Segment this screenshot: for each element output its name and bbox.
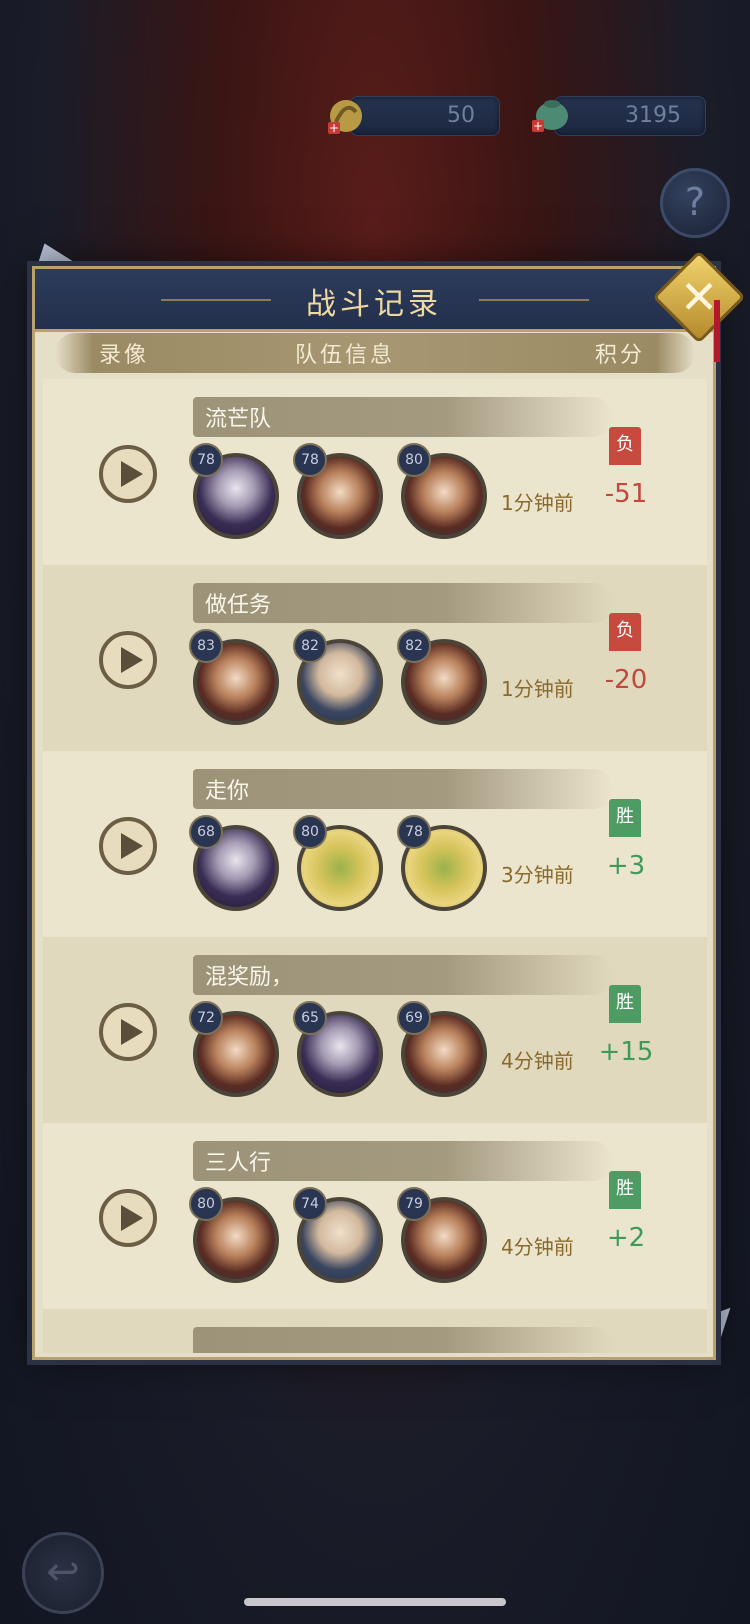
- score-change: +2: [606, 1223, 646, 1253]
- column-header-bar: 录像 队伍信息 积分: [55, 333, 695, 373]
- replay-button[interactable]: [99, 817, 157, 875]
- hero-level-badge: 79: [397, 1187, 431, 1221]
- replay-button[interactable]: [99, 631, 157, 689]
- play-icon: [121, 1019, 143, 1045]
- record-time: 1分钟前: [501, 677, 574, 701]
- panel-header: 战斗记录: [35, 269, 713, 332]
- hero-level-badge: 80: [397, 443, 431, 477]
- back-button[interactable]: ↩: [22, 1532, 104, 1614]
- replay-button[interactable]: [99, 1189, 157, 1247]
- team-name: 流芒队: [205, 407, 272, 432]
- record-row: 走你 68 80 78 3分钟前 胜 +3: [43, 751, 707, 937]
- column-score: 积分: [595, 343, 646, 368]
- svg-text:+: +: [533, 119, 543, 133]
- title-divider: [479, 299, 589, 301]
- team-name: 做任务: [205, 593, 272, 618]
- score-change: +15: [598, 1037, 654, 1067]
- team-name: 走你: [205, 779, 250, 804]
- record-row: [43, 1309, 707, 1353]
- record-row: 三人行 80 74 79 4分钟前 胜 +2: [43, 1123, 707, 1309]
- play-icon: [121, 833, 143, 859]
- result-badge: 胜: [609, 985, 641, 1023]
- hero-level-badge: 69: [397, 1001, 431, 1035]
- result-badge: 负: [609, 613, 641, 651]
- result-badge: 负: [609, 427, 641, 465]
- hero-level-badge: 72: [189, 1001, 223, 1035]
- hero-level-badge: 78: [293, 443, 327, 477]
- record-time: 1分钟前: [501, 491, 574, 515]
- record-time: 4分钟前: [501, 1049, 574, 1073]
- home-indicator: [244, 1598, 506, 1606]
- result-badge: 胜: [609, 1171, 641, 1209]
- hero-level-badge: 80: [189, 1187, 223, 1221]
- record-time: 3分钟前: [501, 863, 574, 887]
- jade-bag-icon[interactable]: +: [528, 92, 572, 136]
- hero-level-badge: 80: [293, 815, 327, 849]
- team-name: 混奖励，: [205, 965, 294, 990]
- column-replay: 录像: [99, 343, 150, 368]
- score-change: -51: [604, 479, 648, 509]
- dragon-coin-icon[interactable]: +: [324, 94, 368, 138]
- hero-level-badge: 78: [397, 815, 431, 849]
- help-button[interactable]: ?: [660, 168, 730, 238]
- column-team-info: 队伍信息: [295, 343, 396, 368]
- play-icon: [121, 1205, 143, 1231]
- panel-title: 战斗记录: [306, 287, 442, 322]
- currency-value: 50: [447, 103, 475, 128]
- hero-level-badge: 78: [189, 443, 223, 477]
- team-banner: [193, 1327, 613, 1353]
- record-time: 4分钟前: [501, 1235, 574, 1259]
- play-icon: [121, 647, 143, 673]
- hero-level-badge: 65: [293, 1001, 327, 1035]
- record-list[interactable]: 流芒队 78 78 80 1分钟前 负 -51 做任务 83 82 82 1分钟…: [43, 379, 707, 1353]
- tassel-decoration: [714, 300, 720, 362]
- play-icon: [121, 461, 143, 487]
- record-row: 混奖励， 72 65 69 4分钟前 胜 +15: [43, 937, 707, 1123]
- hero-level-badge: 82: [293, 629, 327, 663]
- team-banner: [193, 769, 613, 809]
- result-badge: 胜: [609, 799, 641, 837]
- replay-button[interactable]: [99, 445, 157, 503]
- replay-button[interactable]: [99, 1003, 157, 1061]
- svg-text:+: +: [329, 121, 339, 135]
- score-change: -20: [604, 665, 648, 695]
- record-row: 做任务 83 82 82 1分钟前 负 -20: [43, 565, 707, 751]
- currency-value: 3195: [625, 103, 681, 128]
- record-row: 流芒队 78 78 80 1分钟前 负 -51: [43, 379, 707, 565]
- currency-pill-jade: 3195: [554, 96, 706, 136]
- currency-pill-dragon: 50: [350, 96, 500, 136]
- score-change: +3: [606, 851, 646, 881]
- hero-level-badge: 68: [189, 815, 223, 849]
- hero-level-badge: 74: [293, 1187, 327, 1221]
- hero-level-badge: 82: [397, 629, 431, 663]
- team-name: 三人行: [205, 1151, 272, 1176]
- battle-record-panel: 战斗记录 录像 队伍信息 积分 流芒队 78 78 80 1分钟前 负 -51 …: [32, 266, 716, 1360]
- hero-level-badge: 83: [189, 629, 223, 663]
